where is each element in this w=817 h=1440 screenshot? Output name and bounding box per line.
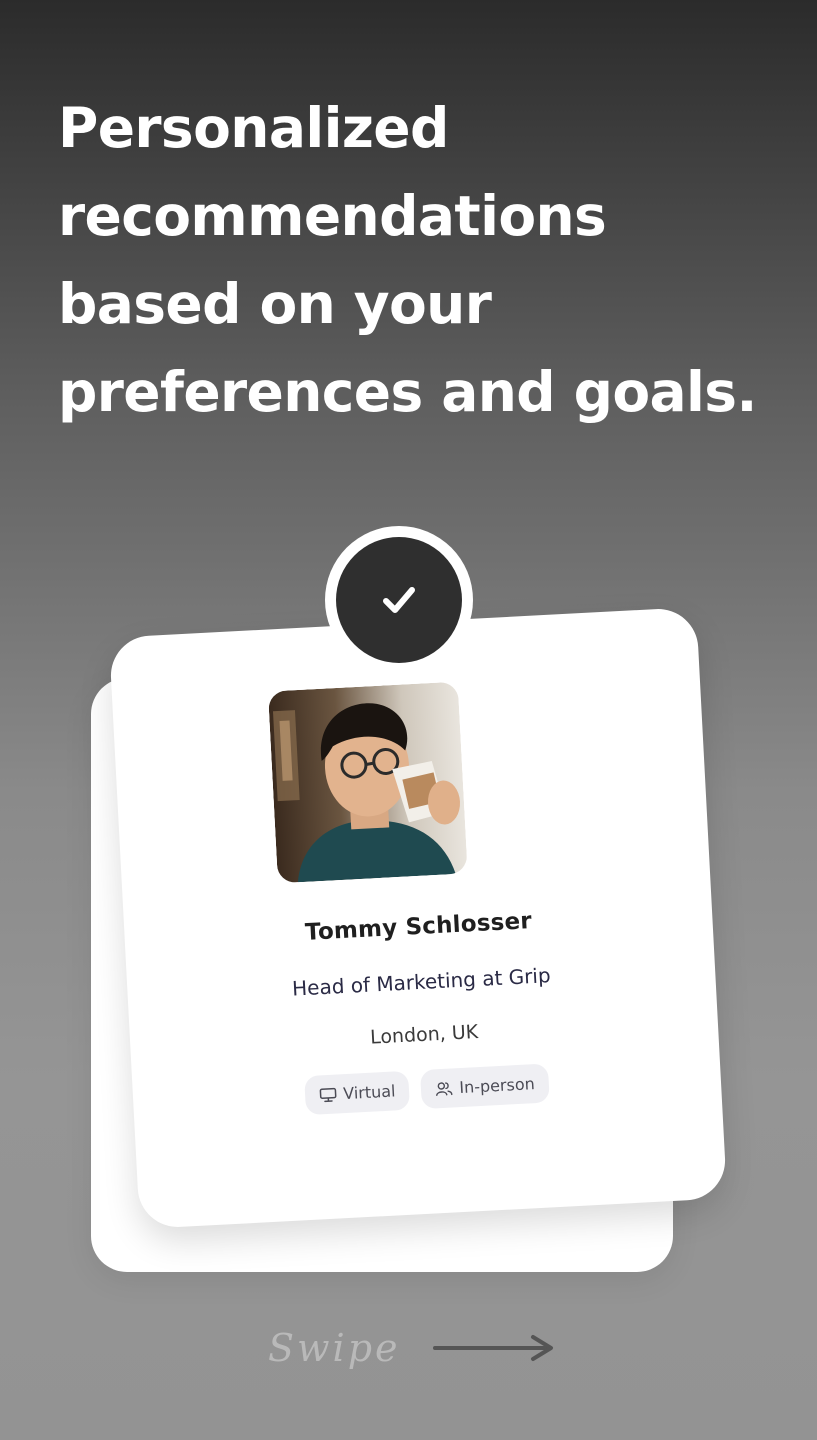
swipe-hint[interactable]: Swipe xyxy=(268,1326,557,1370)
tag-label: Virtual xyxy=(342,1081,396,1104)
profile-location: London, UK xyxy=(369,1021,479,1049)
tag-label: In-person xyxy=(458,1074,536,1098)
meeting-type-tags: Virtual In-person xyxy=(132,1054,721,1124)
tag-virtual: Virtual xyxy=(304,1070,411,1116)
tag-in-person: In-person xyxy=(420,1063,550,1110)
people-icon xyxy=(436,1081,453,1096)
swipe-label: Swipe xyxy=(268,1326,401,1370)
monitor-icon xyxy=(319,1087,337,1102)
check-icon xyxy=(383,587,415,613)
profile-card[interactable]: Tommy Schlosser Head of Marketing at Gri… xyxy=(108,607,728,1229)
profile-name: Tommy Schlosser xyxy=(304,908,533,946)
profile-photo xyxy=(267,681,468,884)
arrow-right-icon xyxy=(432,1335,553,1361)
check-badge xyxy=(336,537,462,663)
match-badge xyxy=(325,526,473,674)
profile-role: Head of Marketing at Grip xyxy=(291,963,552,1001)
headline: Personalized recommendations based on yo… xyxy=(58,96,757,424)
